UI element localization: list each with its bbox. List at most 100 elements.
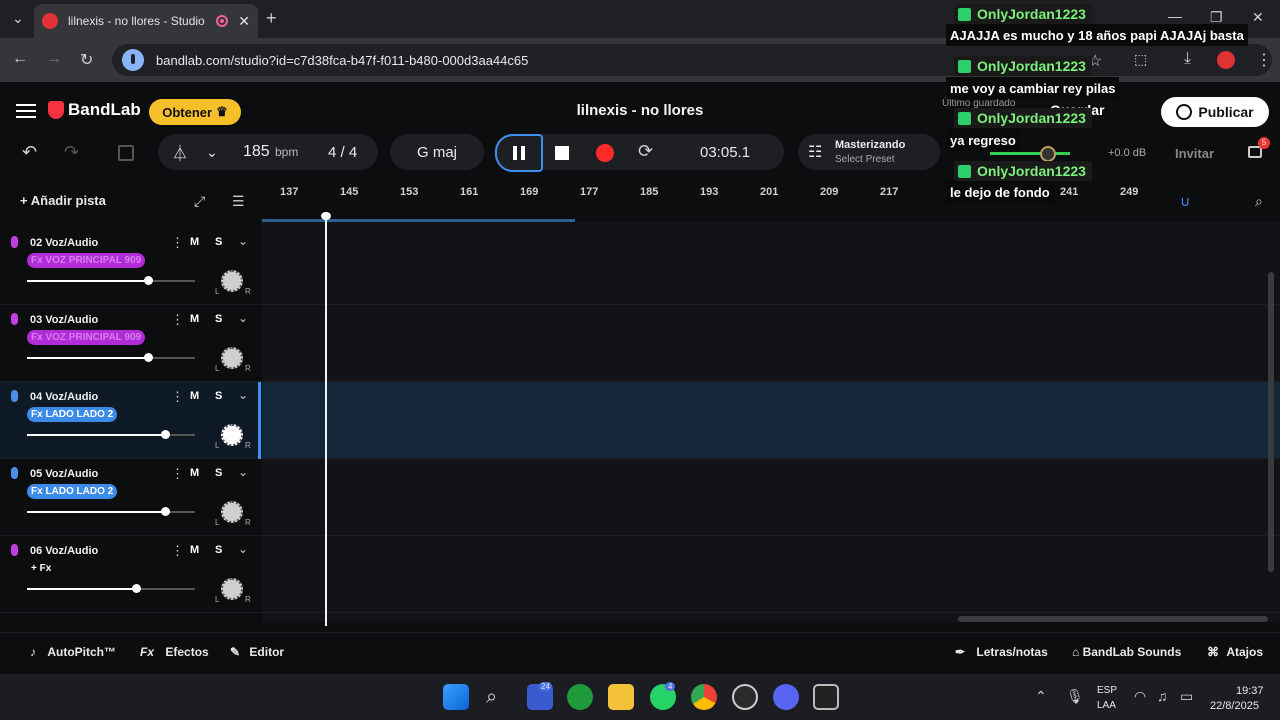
mute-button[interactable]: M (190, 467, 199, 479)
timeline-ruler[interactable]: 137 145 153 161 169 177 185 193 201 209 217 241 249 (262, 182, 1280, 220)
undo-icon[interactable]: ↶ (22, 142, 37, 163)
mastering-panel[interactable]: ☷ Masterizando Select Preset (798, 134, 940, 170)
solo-button[interactable]: S (215, 544, 222, 556)
key-selector[interactable]: G maj (390, 134, 484, 170)
track-name[interactable]: 02 Voz/Audio (30, 237, 98, 249)
chevron-down-icon[interactable]: ⌄ (206, 144, 218, 161)
chevron-up-icon[interactable]: ⌃ (1035, 688, 1047, 705)
xbox-icon[interactable] (567, 684, 593, 710)
track-expand-icon[interactable]: ⌄ (238, 542, 248, 556)
track-fx-tag[interactable]: Fx VOZ PRINCIPAL 909 (27, 330, 146, 345)
shortcuts-button[interactable]: ⌘ Atajos (1207, 645, 1263, 659)
close-window-icon[interactable]: ✕ (1252, 9, 1264, 26)
app-icon[interactable] (813, 684, 839, 710)
track-lane[interactable] (262, 459, 1280, 536)
track-options-icon[interactable]: ⋮ (171, 389, 184, 405)
autopitch-button[interactable]: ♪ AutoPitch™ (30, 645, 116, 659)
profile-avatar[interactable] (1217, 51, 1235, 69)
solo-button[interactable]: S (215, 390, 222, 402)
pan-knob[interactable] (221, 501, 243, 523)
trash-icon[interactable] (118, 145, 134, 161)
track-lane[interactable] (262, 228, 1280, 305)
track-name[interactable]: 06 Voz/Audio (30, 545, 98, 557)
pan-knob[interactable] (221, 347, 243, 369)
clock-time[interactable]: 19:37 (1236, 685, 1264, 697)
automation-icon[interactable]: ⤢ (194, 193, 205, 210)
effects-button[interactable]: Fx Efectos (140, 645, 209, 659)
download-icon[interactable]: ⤓ (1184, 50, 1191, 68)
stop-button[interactable] (555, 146, 569, 160)
file-explorer-icon[interactable] (608, 684, 634, 710)
track-expand-icon[interactable]: ⌄ (238, 388, 248, 402)
mute-button[interactable]: M (190, 313, 199, 325)
track-fx-tag[interactable]: Fx LADO LADO 2 (27, 484, 118, 499)
time-signature[interactable]: 4 / 4 (328, 144, 357, 161)
pause-button[interactable] (495, 134, 543, 172)
volume-thumb[interactable] (132, 584, 142, 593)
extensions-icon[interactable]: ⬚ (1134, 51, 1147, 68)
volume-slider[interactable] (27, 507, 195, 516)
volume-icon[interactable]: ♫ (1157, 688, 1168, 704)
playhead[interactable] (325, 214, 327, 626)
chrome-icon[interactable] (691, 684, 717, 710)
redo-icon[interactable]: ↷ (64, 142, 79, 163)
track-row[interactable]: 04 Voz/Audio ⋮ M S ⌄ Fx LADO LADO 2 L R (0, 382, 262, 459)
bpm-value[interactable]: 185 (243, 143, 270, 161)
volume-thumb[interactable] (160, 430, 170, 439)
zoom-icon[interactable]: ⌕ (1255, 193, 1263, 210)
close-tab-icon[interactable]: ✕ (238, 13, 250, 30)
horizontal-scrollbar[interactable] (958, 616, 1268, 622)
mute-button[interactable]: M (190, 544, 199, 556)
track-name[interactable]: 04 Voz/Audio (30, 391, 98, 403)
add-track-button[interactable]: + Añadir pista (20, 193, 106, 208)
track-options-icon[interactable]: ⋮ (171, 312, 184, 328)
windows-start-icon[interactable] (443, 684, 469, 710)
track-name[interactable]: 05 Voz/Audio (30, 468, 98, 480)
record-button[interactable] (596, 144, 614, 162)
volume-slider[interactable] (27, 276, 195, 285)
pan-knob[interactable] (221, 270, 243, 292)
project-title[interactable]: lilnexis - no llores (520, 102, 760, 119)
track-row[interactable]: 05 Voz/Audio ⋮ M S ⌄ Fx LADO LADO 2 L R (0, 459, 262, 536)
track-options-icon[interactable]: ⋮ (171, 235, 184, 251)
track-row[interactable]: 03 Voz/Audio ⋮ M S ⌄ Fx VOZ PRINCIPAL 90… (0, 305, 262, 382)
site-info-icon[interactable] (122, 49, 144, 71)
track-fx-tag[interactable]: + Fx (27, 561, 55, 576)
lyrics-button[interactable]: ✒ Letras/notas (955, 645, 1048, 659)
track-row[interactable]: 02 Voz/Audio ⋮ M S ⌄ Fx VOZ PRINCIPAL 90… (0, 228, 262, 305)
track-name[interactable]: 03 Voz/Audio (30, 314, 98, 326)
metronome-icon[interactable]: ⏃ (172, 140, 188, 164)
obs-icon[interactable] (732, 684, 758, 710)
forward-icon[interactable]: → (46, 50, 62, 68)
language-top[interactable]: ESP (1097, 685, 1117, 696)
clock-date[interactable]: 22/8/2025 (1210, 700, 1259, 712)
track-options-icon[interactable]: ⋮ (171, 543, 184, 559)
volume-slider[interactable] (27, 430, 195, 439)
mute-button[interactable]: M (190, 236, 199, 248)
language-bottom[interactable]: LAA (1097, 700, 1116, 711)
snap-magnet-icon[interactable]: ∪ (1180, 193, 1190, 210)
back-icon[interactable]: ← (12, 50, 28, 68)
solo-button[interactable]: S (215, 236, 222, 248)
discord-icon[interactable] (773, 684, 799, 710)
minimize-icon[interactable]: — (1168, 8, 1182, 24)
volume-thumb[interactable] (143, 276, 153, 285)
solo-button[interactable]: S (215, 467, 222, 479)
battery-icon[interactable]: ▭ (1180, 688, 1193, 705)
track-expand-icon[interactable]: ⌄ (238, 234, 248, 248)
arrange-area[interactable] (262, 222, 1280, 622)
tab-search-icon[interactable]: ⌄ (12, 10, 24, 27)
search-icon[interactable]: ⌕ (486, 686, 497, 709)
publish-button[interactable]: Publicar (1161, 97, 1269, 127)
pan-knob[interactable] (221, 578, 243, 600)
editor-button[interactable]: ✎ Editor (230, 645, 284, 659)
track-options-icon[interactable]: ⋮ (171, 466, 184, 482)
track-row[interactable]: 06 Voz/Audio ⋮ M S ⌄ + Fx L R (0, 536, 262, 613)
track-lane[interactable] (262, 305, 1280, 382)
hamburger-menu-icon[interactable] (16, 104, 36, 118)
bandlab-sounds-button[interactable]: ⌂ BandLab Sounds (1072, 645, 1181, 659)
volume-slider[interactable] (27, 584, 195, 593)
browser-menu-icon[interactable]: ⋮ (1256, 50, 1272, 70)
master-volume-slider[interactable] (990, 152, 1070, 155)
mute-button[interactable]: M (190, 390, 199, 402)
